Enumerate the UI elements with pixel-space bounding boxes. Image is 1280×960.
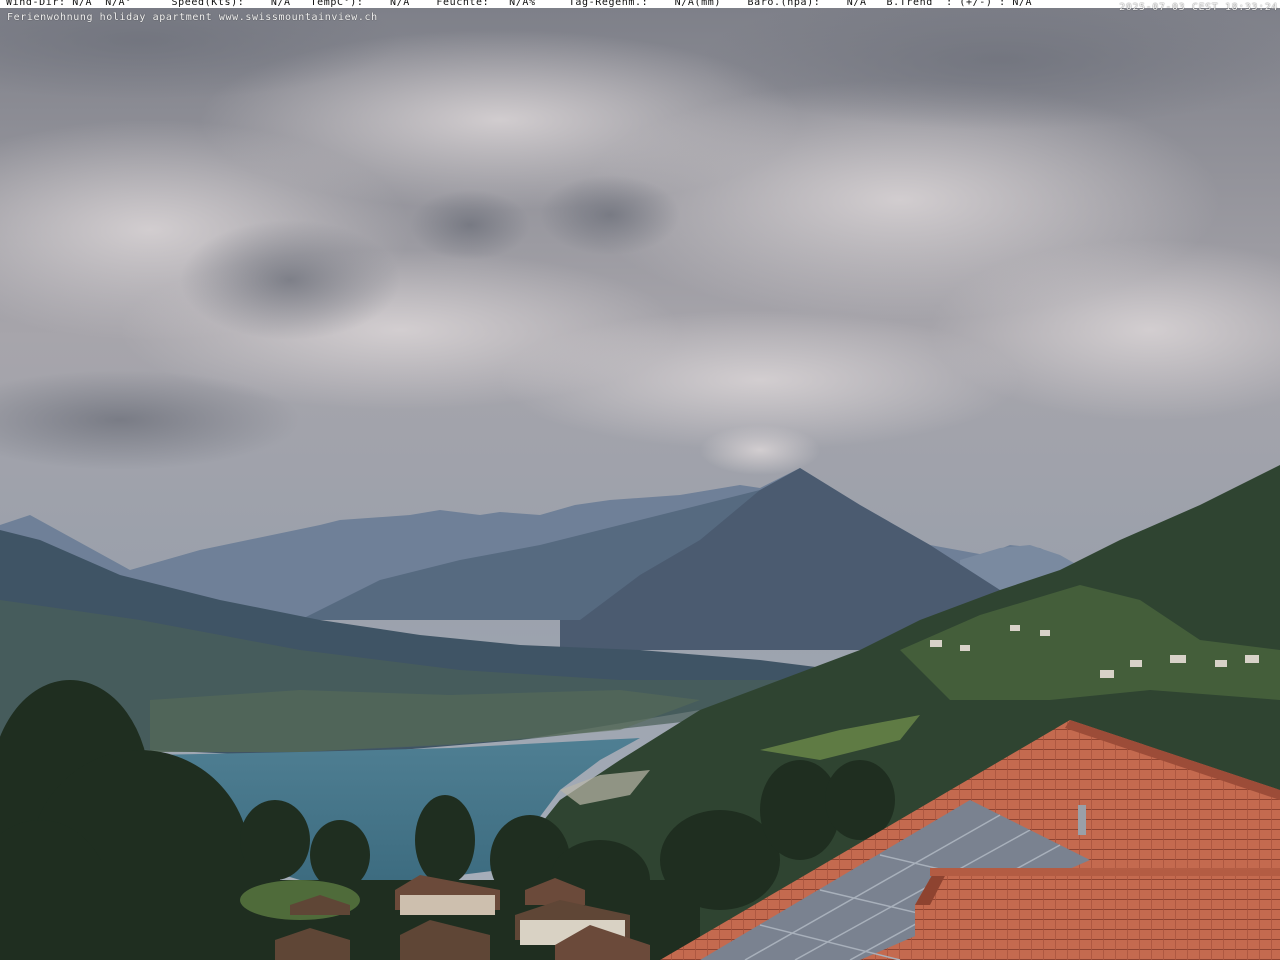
site-caption: Ferienwohnung holiday apartment www.swis… <box>7 12 378 23</box>
clouds <box>0 0 1280 475</box>
weather-readout: Wind-Dir: N/A N/A° Speed(Kts): N/A TempC… <box>6 0 1033 8</box>
webcam-landscape-image <box>0 0 1280 960</box>
timestamp: 2025-07-03 CEST 18:33:24 <box>1119 2 1278 13</box>
